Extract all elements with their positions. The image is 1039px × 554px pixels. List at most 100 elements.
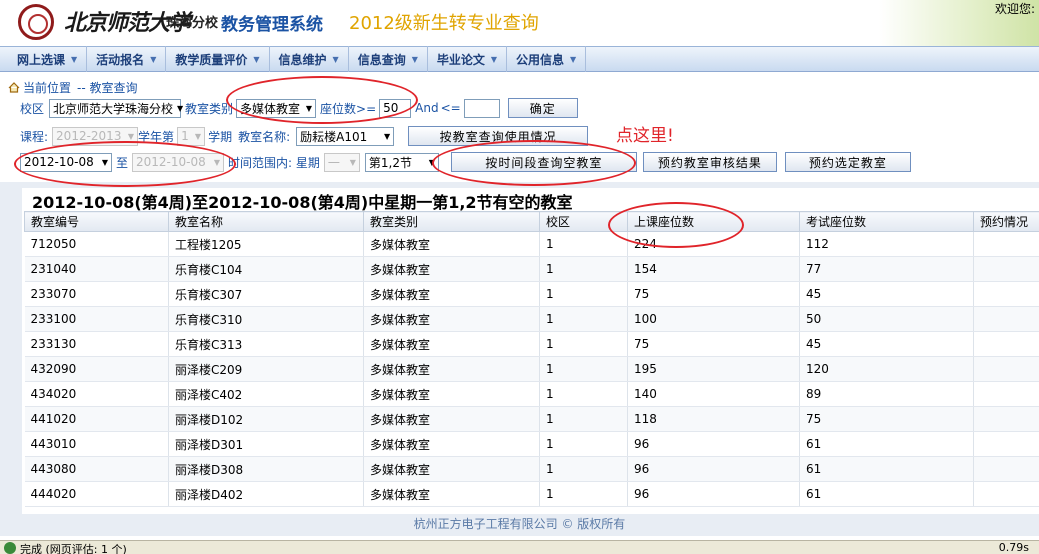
exam-seats-cell: 120 [799,356,974,382]
room-id-cell: 432090 [24,356,169,382]
dropdown-arrow-icon: ▼ [253,54,260,64]
table-row[interactable]: 233100 乐育楼C310 多媒体教室 1 100 50 [24,306,1039,332]
table-row[interactable]: 712050 工程楼1205 多媒体教室 1 224 112 [24,231,1039,257]
term-select[interactable]: 1 ▼ [177,126,206,146]
menu-label: 活动报名 [96,52,145,67]
table-row[interactable]: 443080 丽泽楼D308 多媒体教室 1 96 61 [24,456,1039,482]
room-id-cell: 434020 [24,381,169,407]
confirm-button[interactable]: 确定 [507,98,578,118]
branch-name: 珠海分校 [166,16,219,31]
breadcrumb: 当前位置 -- 教室查询 [8,79,138,96]
col-room-id[interactable]: 教室编号 [24,211,169,232]
table-row[interactable]: 443010 丽泽楼D301 多媒体教室 1 96 61 [24,431,1039,457]
campus-cell: 1 [539,331,628,357]
room-type-select[interactable]: 多媒体教室 ▼ [236,98,317,118]
room-id-cell: 443010 [24,431,169,457]
room-name-label: 教室名称: [238,129,291,144]
table-row[interactable]: 233070 乐育楼C307 多媒体教室 1 75 45 [24,281,1039,307]
location-path: -- 教室查询 [77,81,138,95]
campus-select[interactable]: 北京师范大学珠海分校 ▼ [49,98,183,118]
class-seats-cell: 100 [627,306,800,332]
chevron-down-icon: ▼ [213,157,221,167]
class-seats-cell: 118 [627,406,800,432]
menu-activity-signup[interactable]: 活动报名 ▼ [87,46,167,72]
reservation-cell [973,256,1039,282]
room-name-cell: 丽泽楼D402 [168,481,364,507]
col-class-seats[interactable]: 上课座位数 [627,211,800,232]
room-type-cell: 多媒体教室 [363,356,540,382]
reservation-cell [973,306,1039,332]
table-row[interactable]: 441020 丽泽楼D102 多媒体教室 1 118 75 [24,406,1039,432]
menu-label: 网上选课 [17,52,66,67]
dropdown-arrow-icon: ▼ [490,54,498,64]
chevron-down-icon: ▼ [127,131,135,141]
university-seal-icon [18,4,54,40]
reservation-cell [973,381,1039,407]
class-seats-cell: 75 [627,281,800,307]
room-id-cell: 233130 [24,331,169,357]
menu-info-query[interactable]: 信息查询 ▼ [349,46,428,72]
date-from-select[interactable]: 2012-10-08 ▼ [20,152,112,172]
table-header-row: 教室编号 教室名称 教室类别 校区 上课座位数 考试座位数 预约情况 [24,211,1039,232]
exam-seats-cell: 61 [799,431,974,457]
exam-seats-cell: 77 [799,256,974,282]
date-to-select[interactable]: 2012-10-08 ▼ [132,152,225,172]
class-seats-cell: 140 [627,381,800,407]
seats-max-input[interactable] [463,98,500,118]
reservation-cell [973,231,1039,257]
status-text: 完成 (网页评估: 1 个) [20,543,127,554]
class-seats-cell: 75 [627,331,800,357]
reserve-room-button[interactable]: 预约选定教室 [784,152,911,172]
dropdown-arrow-icon: ▼ [332,54,339,64]
period-select[interactable]: 第1,2节 ▼ [364,152,439,172]
chevron-down-icon: ▼ [383,131,391,141]
campus-label: 校区 [20,101,45,116]
col-room-name[interactable]: 教室名称 [168,211,364,232]
menu-public-info[interactable]: 公用信息 ▼ [507,46,587,72]
weekday-value: 一 [327,155,340,170]
to-label: 至 [116,155,129,170]
app-header: 北京师范大学 珠海分校 教务管理系统 2012级新生转专业查询 欢迎您: [0,0,1039,46]
col-room-type[interactable]: 教室类别 [363,211,540,232]
result-title: 2012-10-08(第4周)至2012-10-08(第4周)中星期一第1,2节… [32,193,573,212]
col-reservation[interactable]: 预约情况 [973,211,1039,232]
col-campus[interactable]: 校区 [539,211,628,232]
table-row[interactable]: 434020 丽泽楼C402 多媒体教室 1 140 89 [24,381,1039,407]
room-name-cell: 丽泽楼C402 [168,381,364,407]
campus-cell: 1 [539,481,628,507]
dropdown-arrow-icon: ▼ [71,54,78,64]
menu-label: 教学质量评价 [175,52,248,67]
filter-row-3: 2012-10-08 ▼ 至 2012-10-08 ▼ 时间范围内: 星期 一 ▼ 第… [20,151,911,173]
col-exam-seats[interactable]: 考试座位数 [799,211,974,232]
menu-online-course-selection[interactable]: 网上选课 ▼ [8,46,88,72]
table-row[interactable]: 432090 丽泽楼C209 多媒体教室 1 195 120 [24,356,1039,382]
menu-teaching-evaluation[interactable]: 教学质量评价 ▼ [166,46,270,72]
table-row[interactable]: 233130 乐育楼C313 多媒体教室 1 75 45 [24,331,1039,357]
room-name-select[interactable]: 励耘楼A101 ▼ [296,126,395,146]
weekday-select[interactable]: 一 ▼ [323,152,360,172]
home-icon [8,82,20,93]
welcome-text: 欢迎您: [994,2,1035,16]
table-row[interactable]: 231040 乐育楼C104 多媒体教室 1 154 77 [24,256,1039,282]
exam-seats-cell: 50 [799,306,974,332]
room-name-cell: 丽泽楼D301 [168,431,364,457]
seats-min-input[interactable]: 50 [379,98,412,118]
room-id-cell: 712050 [24,231,169,257]
class-seats-cell: 96 [627,431,800,457]
dropdown-arrow-icon: ▼ [411,54,418,64]
table-row[interactable]: 444020 丽泽楼D402 多媒体教室 1 96 61 [24,481,1039,507]
free-room-query-button[interactable]: 按时间段查询空教室 [450,152,637,172]
room-usage-query-button[interactable]: 按教室查询使用情况 [408,126,589,146]
location-label[interactable]: 当前位置 [23,79,71,96]
page-heading: 2012级新生转专业查询 [349,13,539,34]
menu-info-maintenance[interactable]: 信息维护 ▼ [270,46,349,72]
room-id-cell: 443080 [24,456,169,482]
academic-year-select[interactable]: 2012-2013 ▼ [52,126,139,146]
menu-thesis[interactable]: 毕业论文 ▼ [428,46,508,72]
room-name-cell: 丽泽楼C209 [168,356,364,382]
exam-seats-cell: 89 [799,381,974,407]
reservation-cell [973,281,1039,307]
reservation-review-button[interactable]: 预约教室审核结果 [642,152,777,172]
chevron-down-icon: ▼ [428,157,435,167]
campus-cell: 1 [539,381,628,407]
